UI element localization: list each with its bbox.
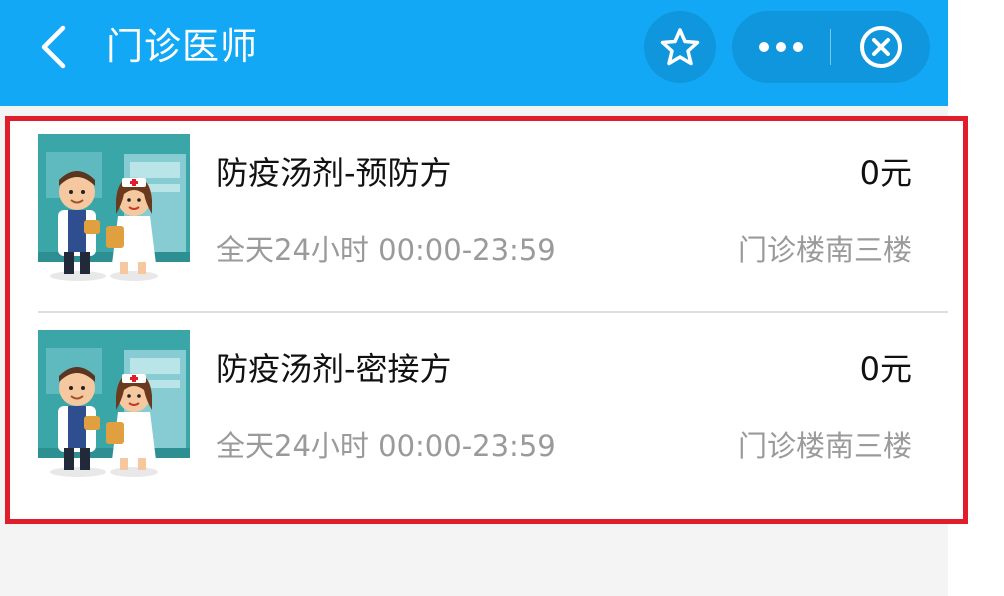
list-divider	[38, 311, 948, 313]
list-item[interactable]: 防疫汤剂-密接方 0元 全天24小时 00:00-23:59 门诊楼南三楼	[10, 317, 948, 512]
more-dots-icon	[759, 42, 803, 52]
doctor-nurse-illustration	[38, 134, 190, 284]
menu-capsule	[732, 11, 930, 83]
chevron-left-icon	[41, 25, 66, 69]
nav-header: 门诊医师	[0, 0, 948, 106]
item-title: 防疫汤剂-密接方	[216, 350, 452, 388]
back-button[interactable]	[30, 22, 76, 72]
item-location: 门诊楼南三楼	[737, 429, 912, 463]
item-title: 防疫汤剂-预防方	[216, 154, 452, 192]
page-title: 门诊医师	[106, 25, 258, 68]
close-button[interactable]	[832, 11, 930, 83]
capsule-divider	[830, 29, 831, 65]
list-item[interactable]: 防疫汤剂-预防方 0元 全天24小时 00:00-23:59 门诊楼南三楼	[10, 121, 948, 316]
item-hours: 全天24小时 00:00-23:59	[216, 233, 556, 267]
item-hours: 全天24小时 00:00-23:59	[216, 429, 556, 463]
doctor-nurse-illustration	[38, 330, 190, 480]
item-location: 门诊楼南三楼	[737, 233, 912, 267]
star-outline-icon	[660, 28, 700, 66]
item-price: 0元	[859, 154, 912, 192]
app-screen: 门诊医师 防疫汤剂-预防方 0元 全天24小时 00:00-23:59 门诊楼南…	[0, 0, 968, 596]
favorite-button[interactable]	[644, 11, 716, 83]
close-circle-icon	[860, 26, 902, 68]
item-price: 0元	[859, 350, 912, 388]
more-button[interactable]	[732, 11, 830, 83]
